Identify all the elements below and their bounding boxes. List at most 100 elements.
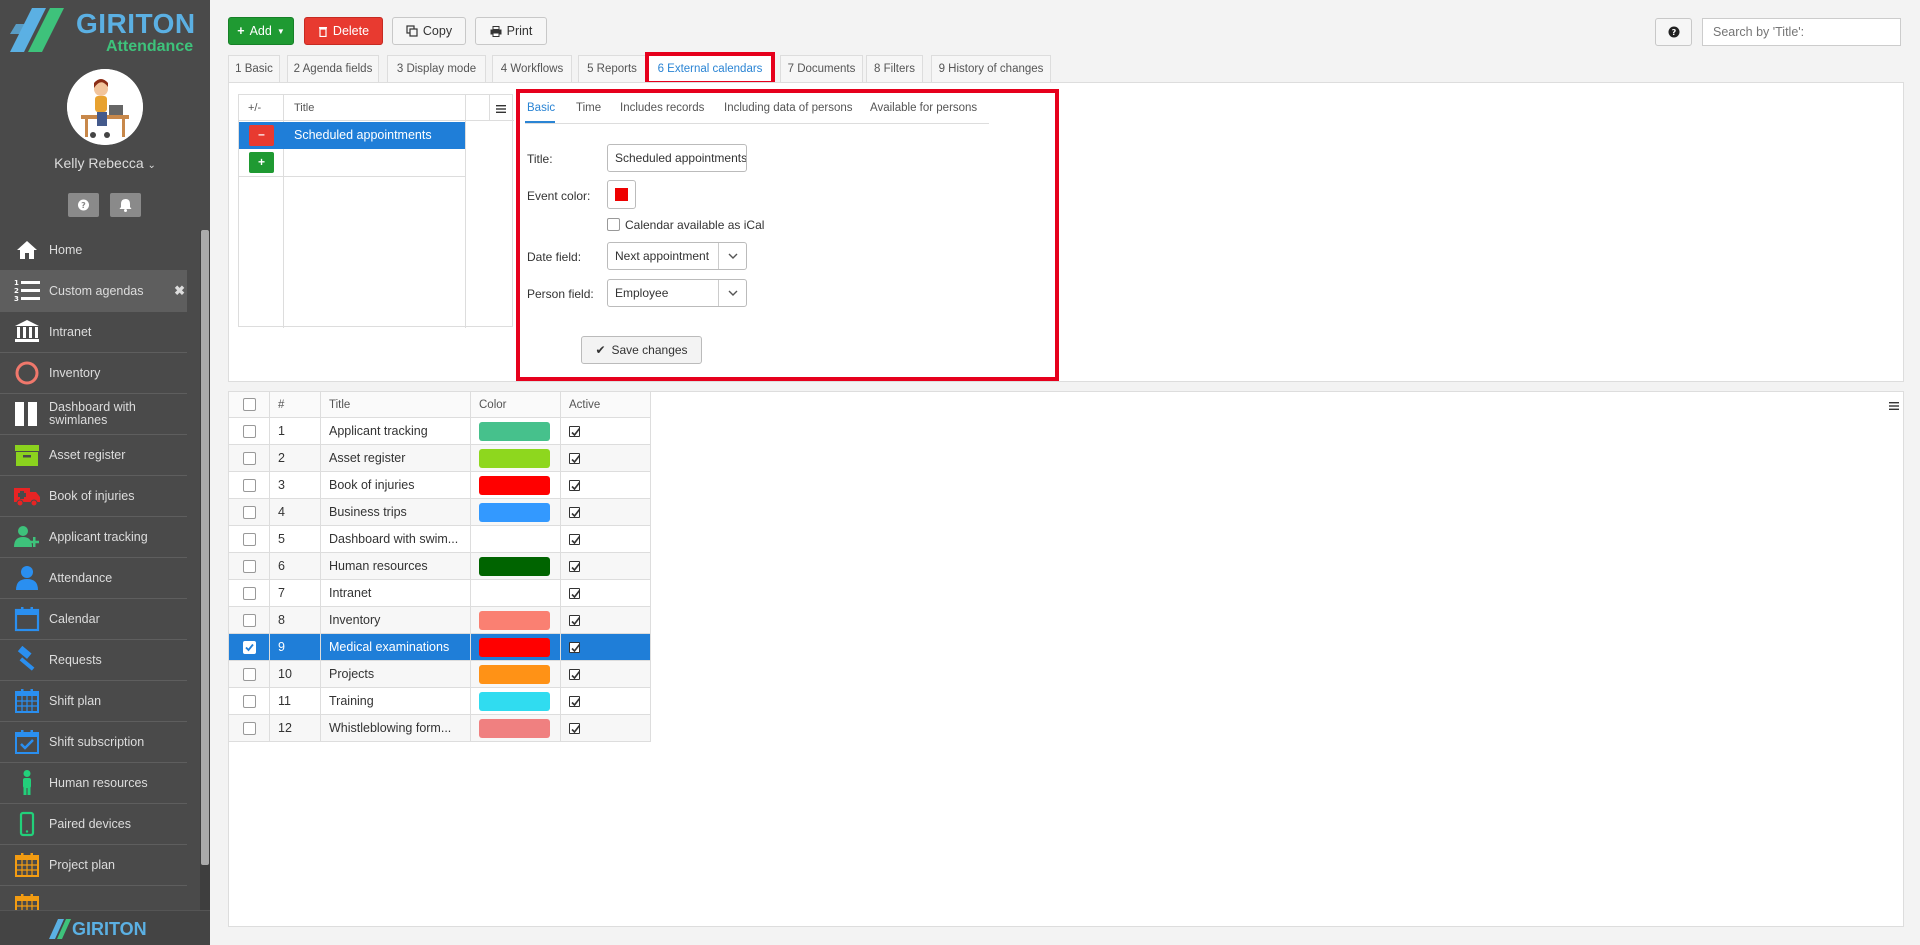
checkbox-checked-icon (569, 588, 581, 600)
sidebar-item-label: Applicant tracking (49, 529, 148, 544)
sidebar-item-home[interactable]: Home (0, 230, 187, 271)
row-checkbox[interactable] (242, 695, 256, 709)
help-button-toolbar[interactable]: ? (1655, 18, 1692, 46)
sidebar-item-intranet[interactable]: Intranet (0, 312, 187, 353)
user-menu[interactable]: Kelly Rebecca ⌄ (0, 155, 210, 171)
sidebar-scrollbar[interactable] (200, 230, 210, 910)
sidebar-item-asset-register[interactable]: Asset register (0, 435, 187, 476)
sidebar-item-book-of-injuries[interactable]: Book of injuries (0, 476, 187, 517)
row-checkbox[interactable] (242, 560, 256, 574)
tab-1-basic[interactable]: 1 Basic (228, 55, 280, 82)
sidebar-item-attendance[interactable]: Attendance (0, 558, 187, 599)
tab-6-external-calendars[interactable]: 6 External calendars (645, 52, 775, 85)
table-row[interactable]: 12 Whistleblowing form... (228, 714, 651, 742)
add-row-button[interactable]: + (249, 152, 274, 173)
tab-8-filters[interactable]: 8 Filters (866, 55, 923, 82)
table-row[interactable]: 4 Business trips (228, 498, 651, 526)
subtab-available-for-persons[interactable]: Available for persons (870, 102, 977, 114)
tab-5-reports[interactable]: 5 Reports (578, 55, 646, 82)
print-button[interactable]: Print (475, 17, 547, 45)
subtab-includes-records[interactable]: Includes records (620, 102, 704, 114)
col-color-header[interactable]: Color (470, 391, 561, 418)
tab-3-display-mode[interactable]: 3 Display mode (387, 55, 486, 82)
row-checkbox[interactable] (242, 641, 256, 655)
select-all-checkbox[interactable] (242, 398, 256, 411)
row-checkbox[interactable] (242, 506, 256, 520)
person-icon (0, 763, 49, 804)
row-checkbox[interactable] (242, 425, 256, 439)
select-all-header[interactable] (228, 391, 270, 418)
sidebar-item-shift-plan[interactable]: Shift plan (0, 681, 187, 722)
title-input-value: Scheduled appointments (615, 151, 747, 165)
sidebar-item-shift-subscription[interactable]: Shift subscription (0, 722, 187, 763)
add-button[interactable]: + Add ▼ (228, 17, 294, 45)
notifications-button[interactable] (110, 193, 141, 217)
table-row[interactable]: 3 Book of injuries (228, 471, 651, 499)
person-field-select[interactable]: Employee (607, 279, 747, 307)
sidebar-item-requests[interactable]: Requests (0, 640, 187, 681)
row-checkbox[interactable] (242, 587, 256, 601)
tab-2-agenda-fields[interactable]: 2 Agenda fields (287, 55, 379, 82)
table-row[interactable]: 10 Projects (228, 660, 651, 688)
table-row[interactable]: 9 Medical examinations (228, 633, 651, 661)
tab-7-documents[interactable]: 7 Documents (780, 55, 863, 82)
table-row[interactable]: 8 Inventory (228, 606, 651, 634)
question-circle-icon: ? (78, 199, 89, 211)
row-checkbox[interactable] (242, 533, 256, 547)
table-row[interactable]: 11 Training (228, 687, 651, 715)
row-checkbox[interactable] (242, 722, 256, 736)
row-checkbox[interactable] (242, 614, 256, 628)
color-swatch (479, 637, 550, 657)
table-row[interactable]: 6 Human resources (228, 552, 651, 580)
sidebar-item-calendar[interactable]: Calendar (0, 599, 187, 640)
search-input[interactable] (1702, 18, 1901, 46)
sidebar-item-more[interactable] (0, 886, 187, 910)
column-menu-icon[interactable] (1889, 401, 1899, 411)
sidebar-item-applicant-tracking[interactable]: Applicant tracking (0, 517, 187, 558)
ical-checkbox[interactable] (607, 218, 620, 231)
table-row[interactable]: 5 Dashboard with swim... (228, 525, 651, 553)
close-icon[interactable]: ✖ (174, 283, 185, 299)
help-button[interactable]: ? (68, 193, 99, 217)
event-color-picker[interactable] (607, 180, 636, 209)
table-row[interactable]: 7 Intranet (228, 579, 651, 607)
row-number: 11 (269, 687, 321, 715)
table-row[interactable]: 2 Asset register (228, 444, 651, 472)
subtab-including-data-of-persons[interactable]: Including data of persons (724, 102, 853, 114)
column-menu-icon[interactable] (496, 104, 506, 114)
row-checkbox[interactable] (242, 479, 256, 493)
col-number-header[interactable]: # (269, 391, 321, 418)
sidebar-item-label: Paired devices (49, 816, 131, 831)
svg-text:2: 2 (14, 287, 19, 295)
app-logo[interactable]: GIRITON Attendance (6, 4, 206, 56)
row-number: 10 (269, 660, 321, 688)
col-active-header[interactable]: Active (560, 391, 651, 418)
delete-button[interactable]: Delete (304, 17, 383, 45)
col-title-header[interactable]: Title (320, 391, 471, 418)
sidebar-item-dashboard-with-swimlanes[interactable]: Dashboard with swimlanes (0, 394, 187, 435)
row-checkbox[interactable] (242, 452, 256, 466)
checkbox-checked-icon (569, 561, 581, 573)
sidebar-item-inventory[interactable]: Inventory (0, 353, 187, 394)
sidebar-item-paired-devices[interactable]: Paired devices (0, 804, 187, 845)
sidebar-item-human-resources[interactable]: Human resources (0, 763, 187, 804)
date-field-select[interactable]: Next appointment (607, 242, 747, 270)
remove-row-button[interactable]: – (249, 125, 274, 146)
sidebar-item-project-plan[interactable]: Project plan (0, 845, 187, 886)
row-checkbox[interactable] (242, 668, 256, 682)
save-changes-button[interactable]: ✔ Save changes (581, 336, 702, 364)
avatar[interactable] (67, 69, 143, 145)
person-field-value: Employee (615, 286, 669, 300)
tab-4-workflows[interactable]: 4 Workflows (492, 55, 572, 82)
list-item[interactable]: – Scheduled appointments (239, 122, 465, 149)
tab-9-history-of-changes[interactable]: 9 History of changes (931, 55, 1051, 82)
copy-button[interactable]: Copy (392, 17, 466, 45)
sidebar-item-custom-agendas[interactable]: 1 2 3 Custom agendas ✖ (0, 271, 187, 312)
add-button-label: Add (249, 24, 272, 38)
table-row[interactable]: 1 Applicant tracking (228, 417, 651, 445)
subtab-time[interactable]: Time (576, 102, 601, 114)
chevron-down-icon: ⌄ (147, 160, 156, 171)
subtab-basic[interactable]: Basic (527, 102, 555, 114)
svg-text:?: ? (81, 201, 86, 210)
title-input[interactable]: Scheduled appointments (607, 144, 747, 172)
